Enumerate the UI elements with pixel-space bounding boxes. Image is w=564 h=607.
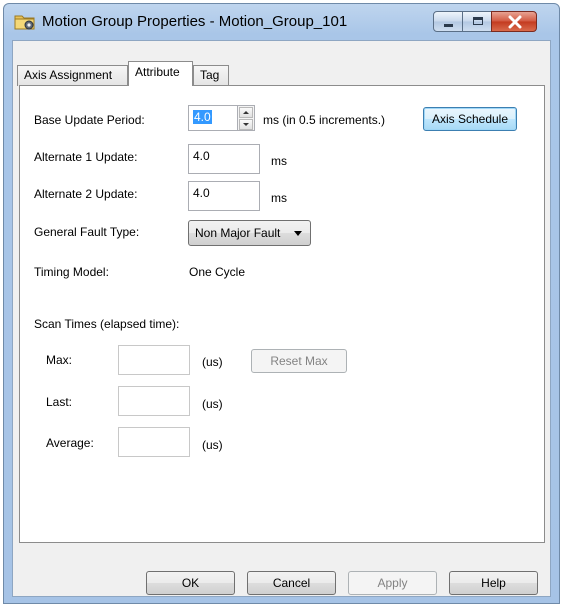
tab-attribute[interactable]: Attribute bbox=[128, 61, 193, 86]
apply-button[interactable]: Apply bbox=[348, 571, 437, 595]
dialog-client-area: Axis Assignment Attribute Tag Base Updat… bbox=[12, 40, 551, 597]
ok-button[interactable]: OK bbox=[146, 571, 235, 595]
scan-times-label: Scan Times (elapsed time): bbox=[34, 317, 180, 331]
scan-last-field bbox=[118, 386, 190, 416]
alt2-label: Alternate 2 Update: bbox=[34, 187, 138, 201]
tab-axis-assignment[interactable]: Axis Assignment bbox=[17, 65, 128, 86]
cancel-button[interactable]: Cancel bbox=[247, 571, 336, 595]
base-update-unit: ms (in 0.5 increments.) bbox=[263, 113, 386, 127]
alt1-unit: ms bbox=[271, 154, 287, 168]
alt1-label: Alternate 1 Update: bbox=[34, 150, 138, 164]
window-title: Motion Group Properties - Motion_Group_1… bbox=[42, 13, 348, 30]
base-update-input[interactable]: 4.0 bbox=[188, 105, 238, 131]
minimize-icon bbox=[444, 24, 453, 27]
fault-type-select[interactable]: Non Major Fault bbox=[188, 220, 311, 246]
spin-down-icon[interactable] bbox=[239, 119, 253, 130]
scan-average-label: Average: bbox=[46, 436, 94, 450]
maximize-icon bbox=[473, 17, 483, 25]
maximize-button[interactable] bbox=[462, 11, 492, 32]
scan-max-label: Max: bbox=[46, 353, 73, 367]
minimize-button[interactable] bbox=[433, 11, 463, 32]
timing-model-value: One Cycle bbox=[189, 265, 246, 279]
alt2-unit: ms bbox=[271, 191, 287, 205]
reset-max-button[interactable]: Reset Max bbox=[251, 349, 347, 373]
tab-tag[interactable]: Tag bbox=[193, 65, 229, 86]
scan-average-unit: (us) bbox=[202, 438, 223, 452]
fault-type-label: General Fault Type: bbox=[34, 225, 140, 239]
close-button[interactable] bbox=[491, 11, 537, 32]
base-update-label: Base Update Period: bbox=[34, 113, 145, 127]
help-button[interactable]: Help bbox=[449, 571, 538, 595]
base-update-spinner[interactable] bbox=[238, 105, 255, 131]
axis-schedule-button[interactable]: Axis Schedule bbox=[423, 107, 517, 131]
alt2-input[interactable]: 4.0 bbox=[188, 181, 260, 211]
attribute-panel: Base Update Period: 4.0 ms (in 0.5 incre… bbox=[19, 85, 545, 543]
base-update-value: 4.0 bbox=[193, 110, 212, 124]
alt1-input[interactable]: 4.0 bbox=[188, 144, 260, 174]
scan-average-field bbox=[118, 427, 190, 457]
scan-max-unit: (us) bbox=[202, 355, 223, 369]
fault-type-value: Non Major Fault bbox=[195, 226, 281, 240]
close-icon bbox=[508, 15, 522, 29]
dialog-window: Motion Group Properties - Motion_Group_1… bbox=[3, 3, 560, 604]
scan-last-label: Last: bbox=[46, 395, 73, 409]
spin-up-icon[interactable] bbox=[239, 107, 253, 118]
timing-model-label: Timing Model: bbox=[34, 265, 109, 279]
scan-last-unit: (us) bbox=[202, 397, 223, 411]
title-bar[interactable]: Motion Group Properties - Motion_Group_1… bbox=[4, 4, 559, 40]
chevron-down-icon bbox=[294, 231, 302, 236]
scan-max-field bbox=[118, 345, 190, 375]
folder-gear-icon bbox=[14, 15, 35, 30]
